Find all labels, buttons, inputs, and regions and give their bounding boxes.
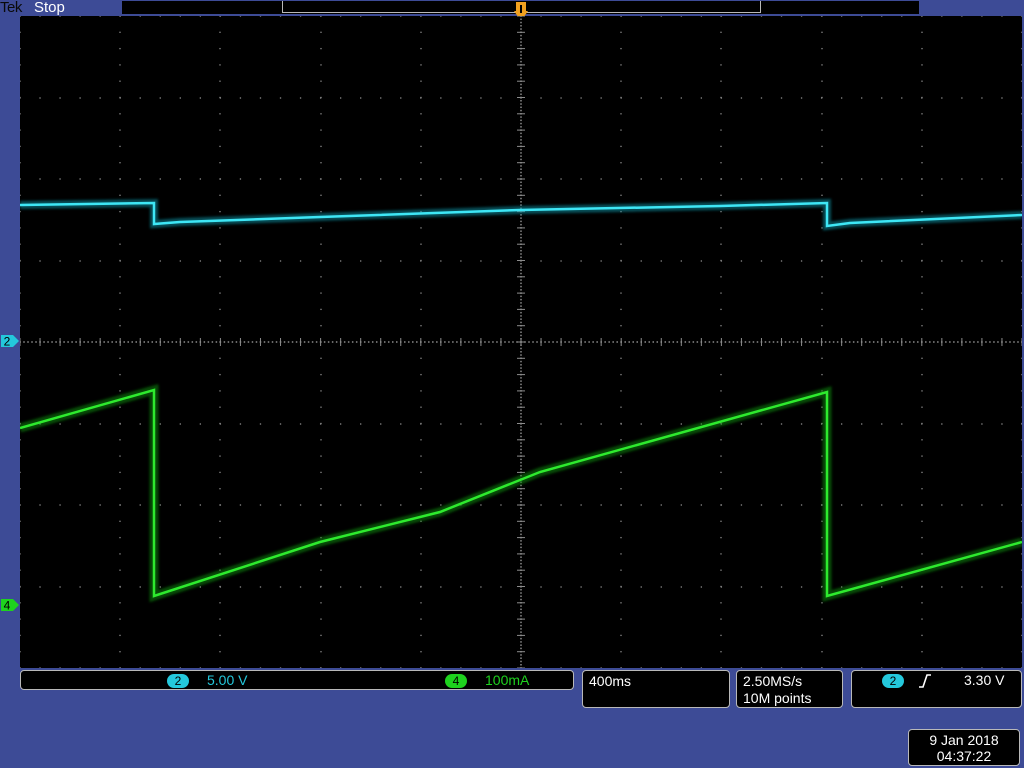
record-length: 10M points bbox=[743, 690, 812, 706]
channel-2-badge[interactable]: 2 bbox=[167, 674, 189, 688]
waveform-display[interactable] bbox=[20, 16, 1022, 668]
trigger-source-badge: 2 bbox=[882, 674, 904, 688]
rising-edge-icon bbox=[919, 674, 931, 688]
svg-text:4: 4 bbox=[4, 599, 11, 613]
channel-2-scale[interactable]: 5.00 V bbox=[207, 672, 247, 688]
channel-4-scale[interactable]: 100mA bbox=[485, 672, 529, 688]
channel-readout-bar: 2 5.00 V 4 100mA bbox=[20, 670, 574, 690]
channel-2-ground-marker[interactable]: 2 bbox=[0, 334, 20, 348]
timebase-readout[interactable]: 400ms bbox=[582, 670, 730, 708]
timebase-value: 400ms bbox=[589, 673, 632, 689]
svg-text:2: 2 bbox=[4, 335, 11, 349]
sample-rate: 2.50MS/s bbox=[743, 673, 803, 689]
time: 04:37:22 bbox=[936, 748, 992, 764]
graticule bbox=[20, 16, 1022, 668]
acquisition-readout[interactable]: 2.50MS/s 10M points bbox=[736, 670, 843, 708]
channel-4-badge[interactable]: 4 bbox=[445, 674, 467, 688]
top-status-bar: Tek Stop bbox=[0, 0, 1024, 16]
channel-4-ground-marker[interactable]: 4 bbox=[0, 598, 20, 612]
trigger-level: 3.30 V bbox=[964, 672, 1005, 688]
date: 9 Jan 2018 bbox=[929, 732, 999, 748]
acquisition-status: Stop bbox=[34, 0, 65, 16]
trigger-readout[interactable]: 2 3.30 V bbox=[851, 670, 1022, 708]
tek-logo: Tek bbox=[0, 0, 22, 16]
date-time-readout: 9 Jan 2018 04:37:22 bbox=[908, 729, 1020, 766]
